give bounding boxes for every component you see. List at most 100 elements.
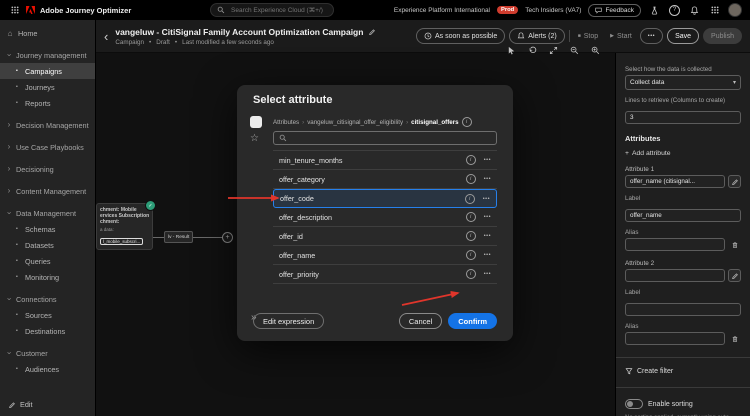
more-options-icon[interactable]: ••• — [484, 157, 491, 163]
attribute-row-offer-code[interactable]: offer_code i ••• — [273, 189, 497, 208]
info-icon[interactable]: i — [465, 269, 476, 279]
schedule-button[interactable]: As soon as possible — [416, 28, 506, 44]
edit-nav-button[interactable]: Edit — [8, 400, 33, 409]
avatar[interactable] — [728, 3, 742, 17]
delete-attribute-icon[interactable] — [728, 332, 741, 345]
sidebar-group-customer[interactable]: › Customer — [0, 345, 95, 361]
sidebar-item-campaigns[interactable]: ▪ Campaigns — [0, 63, 95, 79]
edit-attribute-icon[interactable] — [728, 175, 741, 188]
start-button[interactable]: ▶ Start — [606, 28, 636, 44]
sidebar-item-reports[interactable]: ▪ Reports — [0, 95, 95, 111]
attribute-1-value-field[interactable] — [625, 175, 725, 188]
attribute-2-label-field[interactable] — [625, 303, 741, 316]
attribute-row-offer-priority[interactable]: offer_priority i ••• — [273, 265, 497, 284]
attribute-row-offer-name[interactable]: offer_name i ••• — [273, 246, 497, 265]
more-options-icon[interactable]: ••• — [484, 271, 491, 277]
back-button[interactable]: ‹ — [104, 30, 108, 43]
sidebar-group-decisioning[interactable]: › Decisioning — [0, 161, 95, 177]
attribute-2-alias-field[interactable] — [625, 332, 725, 345]
more-options-icon[interactable]: ••• — [484, 233, 491, 239]
destinations-icon: ▪ — [16, 328, 18, 334]
sidebar-group-decision-management[interactable]: › Decision Management — [0, 117, 95, 133]
info-icon[interactable]: i — [465, 155, 476, 165]
chevron-right-icon: › — [7, 164, 11, 173]
sidebar-item-home[interactable]: ⌂ Home — [0, 25, 95, 41]
enable-sorting-toggle[interactable] — [625, 399, 643, 409]
sidebar-item-schemas[interactable]: ▪ Schemas — [0, 221, 95, 237]
attribute-1-label-field[interactable] — [625, 209, 741, 222]
sidebar-group-use-case-playbooks[interactable]: › Use Case Playbooks — [0, 139, 95, 155]
help-icon[interactable]: ? — [668, 4, 681, 17]
attribute-row-offer-category[interactable]: offer_category i ••• — [273, 170, 497, 189]
edit-attribute-icon[interactable] — [728, 269, 741, 282]
undo-icon[interactable] — [526, 44, 538, 56]
info-icon[interactable]: i — [465, 174, 476, 184]
expand-icon[interactable] — [547, 44, 559, 56]
lines-to-retrieve-field[interactable] — [625, 111, 741, 124]
more-options-icon[interactable]: ••• — [483, 196, 490, 202]
info-icon[interactable]: i — [464, 193, 475, 204]
queries-icon: ▪ — [16, 258, 18, 264]
more-options-icon[interactable]: ••• — [484, 252, 491, 258]
sidebar-item-monitoring[interactable]: ▪ Monitoring — [0, 269, 95, 285]
attribute-1-alias-field[interactable] — [625, 238, 725, 251]
sidebar-group-journey-management[interactable]: › Journey management — [0, 47, 95, 63]
sidebar-group-content-management[interactable]: › Content Management — [0, 183, 95, 199]
attribute-row-offer-id[interactable]: offer_id i ••• — [273, 227, 497, 246]
app-switcher-icon[interactable] — [708, 4, 721, 17]
global-search[interactable] — [210, 3, 334, 17]
alerts-button[interactable]: Alerts (2) — [509, 28, 565, 44]
add-attribute-button[interactable]: + Add attribute — [625, 150, 741, 157]
breadcrumb-schema[interactable]: vangeluw_citisignal_offer_eligibility — [307, 119, 403, 126]
sidebar-item-destinations[interactable]: ▪ Destinations — [0, 323, 95, 339]
add-activity-button[interactable]: + — [222, 232, 233, 243]
sidebar-item-audiences[interactable]: ▪ Audiences — [0, 361, 95, 377]
confirm-button[interactable]: Confirm — [448, 313, 497, 329]
edit-title-icon[interactable] — [368, 28, 376, 36]
sidebar-item-sources[interactable]: ▪ Sources — [0, 307, 95, 323]
more-actions-button[interactable]: ••• — [639, 28, 664, 44]
sidebar-group-connections[interactable]: › Connections — [0, 291, 95, 307]
publish-button[interactable]: Publish — [703, 28, 742, 44]
attribute-row-min-tenure-months[interactable]: min_tenure_months i ••• — [273, 151, 497, 170]
more-options-icon[interactable]: ••• — [484, 214, 491, 220]
info-icon[interactable]: i — [465, 212, 476, 222]
zoom-out-icon[interactable] — [568, 44, 580, 56]
search-icon — [279, 134, 287, 142]
sidebar-item-queries[interactable]: ▪ Queries — [0, 253, 95, 269]
info-icon[interactable]: i — [465, 231, 476, 241]
sidebar-group-data-management[interactable]: › Data Management — [0, 205, 95, 221]
dataset-chip[interactable]: l_mobile_subscri... — [100, 238, 144, 245]
notifications-icon[interactable] — [688, 4, 701, 17]
divider — [616, 357, 750, 358]
sandbox-name[interactable]: Tech Insiders (VA7) — [525, 7, 581, 14]
cursor-icon[interactable] — [505, 44, 517, 56]
attribute-search-input[interactable] — [291, 133, 491, 143]
delete-attribute-icon[interactable] — [728, 238, 741, 251]
more-options-icon[interactable]: ••• — [484, 176, 491, 182]
edit-expression-button[interactable]: Edit expression — [253, 313, 325, 329]
attribute-row-offer-description[interactable]: offer_description i ••• — [273, 208, 497, 227]
collect-data-select[interactable]: Collect data ▾ — [625, 75, 741, 90]
zoom-in-icon[interactable] — [589, 44, 601, 56]
cancel-button[interactable]: Cancel — [398, 313, 443, 329]
menu-grid-icon[interactable] — [8, 4, 21, 17]
attribute-2-value-field[interactable] — [625, 269, 725, 282]
feedback-button[interactable]: Feedback — [588, 3, 641, 17]
enrichment-activity-node[interactable]: ✓ chment: Mobile ervices Subscription ch… — [96, 200, 156, 250]
favorites-star-icon[interactable]: ☆ — [250, 134, 259, 144]
search-input[interactable] — [229, 5, 327, 15]
org-name[interactable]: Experience Platform International — [394, 7, 490, 14]
save-button[interactable]: Save — [667, 28, 700, 44]
flask-icon[interactable] — [648, 4, 661, 17]
stop-button[interactable]: ■ Stop — [574, 28, 602, 44]
sidebar-item-journeys[interactable]: ▪ Journeys — [0, 79, 95, 95]
breadcrumb-sep-icon: › — [302, 118, 305, 126]
attribute-search[interactable] — [273, 131, 497, 145]
attributes-tab-icon[interactable] — [250, 116, 262, 128]
breadcrumb-attributes[interactable]: Attributes — [273, 119, 299, 126]
create-filter-button[interactable]: Create filter — [625, 367, 741, 375]
sidebar-item-datasets[interactable]: ▪ Datasets — [0, 237, 95, 253]
schema-info-icon[interactable]: i — [461, 117, 472, 127]
info-icon[interactable]: i — [465, 250, 476, 260]
